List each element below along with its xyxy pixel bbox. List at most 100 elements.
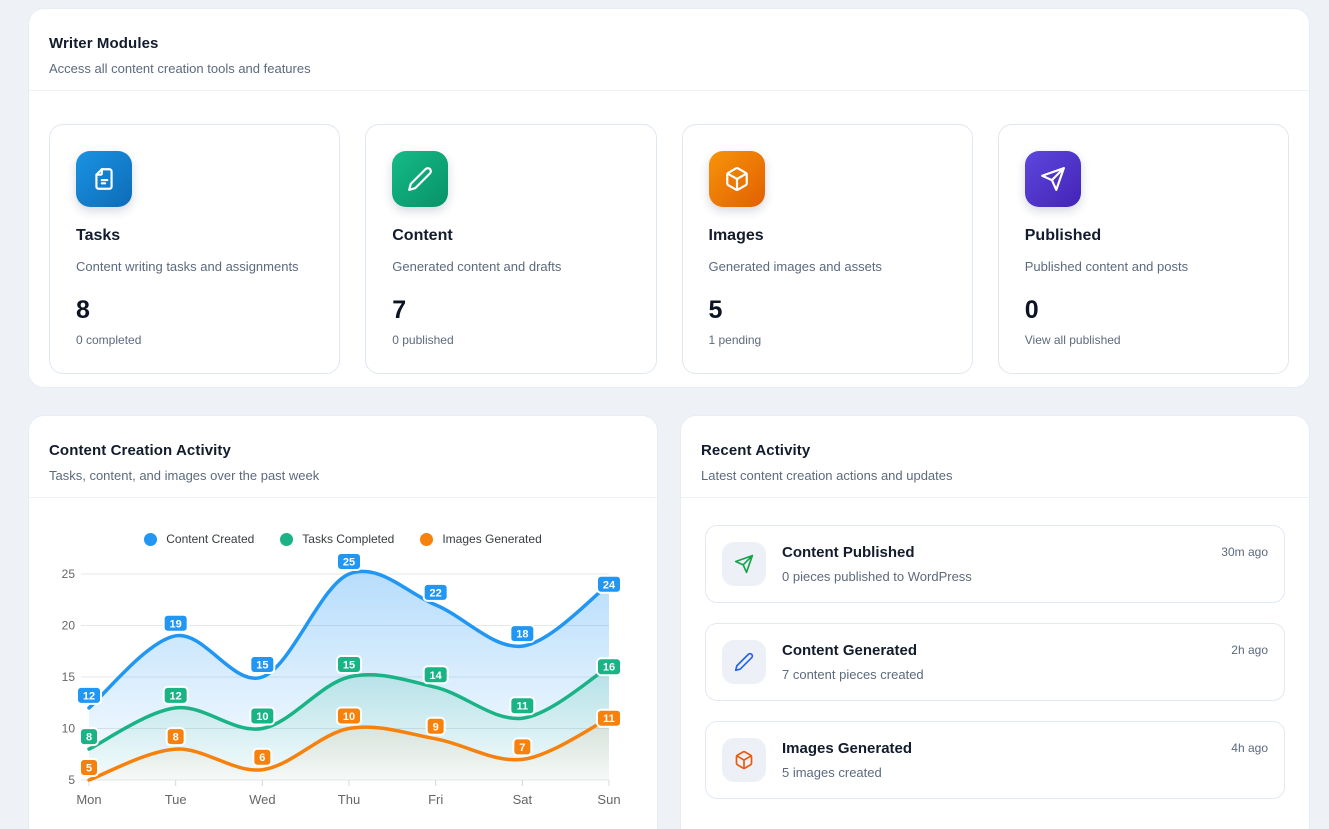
legend-label: Images Generated [442,532,541,546]
activity-icon-badge [722,738,766,782]
activity-list: Content Published 0 pieces published to … [681,498,1309,799]
module-icon-badge [76,151,132,207]
recent-activity-title: Recent Activity [701,442,1289,459]
activity-title: Content Published [782,544,972,561]
svg-text:15: 15 [343,660,355,672]
module-card-images[interactable]: Images Generated images and assets 5 1 p… [682,124,973,374]
svg-text:25: 25 [343,557,355,569]
module-card-tasks[interactable]: Tasks Content writing tasks and assignme… [49,124,340,374]
document-icon [91,166,117,192]
cube-icon [724,166,750,192]
activity-item: Content Generated 7 content pieces creat… [705,623,1285,701]
svg-text:10: 10 [343,711,355,723]
activity-text: Images Generated 5 images created [782,740,912,780]
pencil-icon [734,652,754,672]
module-card-content[interactable]: Content Generated content and drafts 7 0… [365,124,656,374]
module-title: Tasks [76,227,313,245]
svg-text:19: 19 [170,618,182,630]
writer-modules-subtitle: Access all content creation tools and fe… [49,61,1289,76]
legend-label: Tasks Completed [302,532,394,546]
activity-text: Content Generated 7 content pieces creat… [782,642,924,682]
svg-text:22: 22 [430,587,442,599]
legend-dot [280,533,293,546]
dashboard-page: Writer Modules Access all content creati… [0,0,1329,829]
pencil-icon [407,166,433,192]
activity-timestamp: 2h ago [1231,640,1268,657]
bottom-row: Content Creation Activity Tasks, content… [28,415,1310,829]
activity-title: Images Generated [782,740,912,757]
module-icon-badge [1025,151,1081,207]
legend-dot [420,533,433,546]
chart-panel-title: Content Creation Activity [49,442,637,459]
recent-activity-header: Recent Activity Latest content creation … [681,416,1309,498]
svg-text:Sat: Sat [513,792,533,807]
module-title: Published [1025,227,1262,245]
writer-modules-header: Writer Modules Access all content creati… [29,9,1309,91]
module-meta: 0 published [392,333,629,347]
activity-description: 0 pieces published to WordPress [782,569,972,584]
module-description: Published content and posts [1025,259,1262,274]
activity-title: Content Generated [782,642,924,659]
activity-description: 7 content pieces created [782,667,924,682]
svg-text:7: 7 [519,742,525,754]
module-meta: 1 pending [709,333,946,347]
module-icon-badge [392,151,448,207]
activity-timestamp: 4h ago [1231,738,1268,755]
legend-item[interactable]: Tasks Completed [280,532,394,546]
chart-body: Content Created Tasks Completed Images G… [29,532,657,821]
svg-text:11: 11 [603,713,615,725]
svg-text:Fri: Fri [428,792,443,807]
svg-text:16: 16 [603,662,615,674]
svg-text:25: 25 [62,567,76,581]
module-icon-badge [709,151,765,207]
svg-text:Mon: Mon [76,792,101,807]
svg-text:9: 9 [433,721,439,733]
legend-item[interactable]: Images Generated [420,532,541,546]
modules-grid: Tasks Content writing tasks and assignme… [29,91,1309,388]
svg-text:12: 12 [83,690,95,702]
module-meta: 0 completed [76,333,313,347]
module-count: 8 [76,296,313,325]
activity-icon-badge [722,542,766,586]
module-description: Generated images and assets [709,259,946,274]
module-card-published[interactable]: Published Published content and posts 0 … [998,124,1289,374]
activity-description: 5 images created [782,765,912,780]
svg-text:10: 10 [62,722,76,736]
chart-panel-header: Content Creation Activity Tasks, content… [29,416,657,498]
svg-text:Sun: Sun [597,792,620,807]
svg-text:8: 8 [173,732,179,744]
module-description: Generated content and drafts [392,259,629,274]
activity-item: Images Generated 5 images created 4h ago [705,721,1285,799]
svg-text:12: 12 [170,690,182,702]
svg-text:14: 14 [430,670,443,682]
activity-text: Content Published 0 pieces published to … [782,544,972,584]
module-title: Content [392,227,629,245]
writer-modules-panel: Writer Modules Access all content creati… [28,8,1310,388]
svg-text:Tue: Tue [165,792,187,807]
module-count: 7 [392,296,629,325]
activity-timestamp: 30m ago [1221,542,1268,559]
module-description: Content writing tasks and assignments [76,259,313,274]
svg-text:5: 5 [68,773,75,787]
svg-text:Thu: Thu [338,792,360,807]
svg-text:20: 20 [62,619,76,633]
writer-modules-title: Writer Modules [49,35,1289,52]
svg-text:15: 15 [62,670,76,684]
legend-item[interactable]: Content Created [144,532,254,546]
module-count: 5 [709,296,946,325]
send-icon [1040,166,1066,192]
svg-text:18: 18 [516,629,528,641]
content-creation-activity-panel: Content Creation Activity Tasks, content… [28,415,658,829]
svg-text:6: 6 [259,752,265,764]
module-count: 0 [1025,296,1262,325]
chart-panel-subtitle: Tasks, content, and images over the past… [49,468,637,483]
svg-text:11: 11 [517,701,529,713]
activity-item: Content Published 0 pieces published to … [705,525,1285,603]
svg-text:15: 15 [256,660,268,672]
send-icon [734,554,754,574]
chart-legend: Content Created Tasks Completed Images G… [29,532,657,546]
legend-label: Content Created [166,532,254,546]
recent-activity-subtitle: Latest content creation actions and upda… [701,468,1289,483]
svg-text:5: 5 [86,763,92,775]
svg-text:8: 8 [86,732,92,744]
